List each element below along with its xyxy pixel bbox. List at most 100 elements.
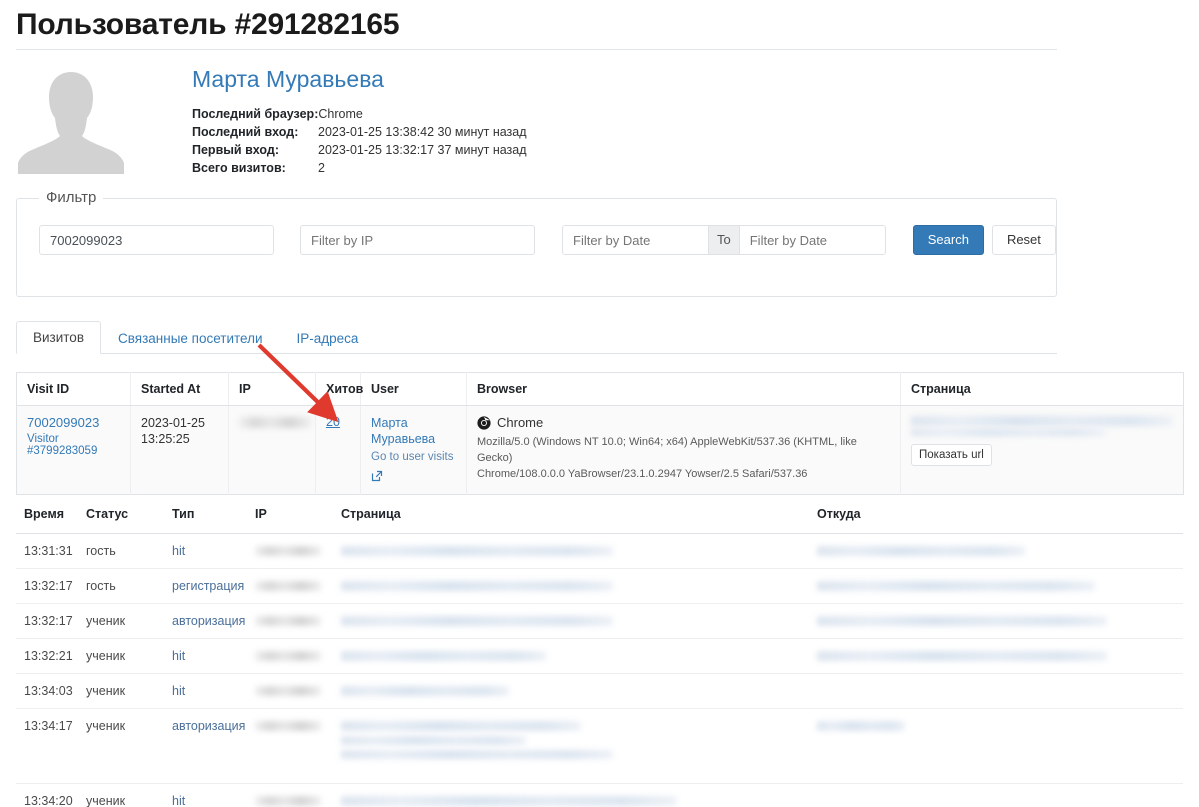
cell-status: ученик <box>78 638 164 674</box>
cell-hit-ip <box>247 783 333 807</box>
cell-referrer <box>809 708 1183 784</box>
visitor-id-link[interactable]: Visitor #3799283059 <box>27 433 97 457</box>
meta-value: 2 <box>318 161 325 175</box>
page-url-redacted <box>341 686 509 696</box>
tab-bar: Визитов Связанные посетители IP-адреса <box>16 321 1057 354</box>
meta-value: Chrome <box>318 107 363 121</box>
filter-legend: Фильтр <box>39 189 104 206</box>
started-at-time: 13:25:25 <box>141 432 190 446</box>
go-to-user-visits-link[interactable]: Go to user visits <box>371 449 458 465</box>
page-url-redacted <box>341 721 581 731</box>
ip-redacted <box>255 546 321 556</box>
page-url-redacted <box>341 616 613 626</box>
visits-table-header-row: Visit ID Started At IP Хитов User Browse… <box>16 372 1184 406</box>
table-row: 13:34:03 ученик hit <box>16 673 1183 709</box>
cell-time: 13:31:31 <box>16 533 78 569</box>
cell-referrer <box>809 533 1183 569</box>
hits-table-header-row: Время Статус Тип IP Страница Откуда <box>16 495 1183 534</box>
referrer-redacted <box>817 581 1095 591</box>
search-button[interactable]: Search <box>912 225 984 255</box>
col-browser: Browser <box>466 372 901 406</box>
tab-related-visitors[interactable]: Связанные посетители <box>101 322 280 354</box>
cell-type: hit <box>164 783 247 807</box>
profile-name[interactable]: Марта Муравьева <box>192 66 384 93</box>
filter-date-to-input[interactable] <box>738 225 886 255</box>
col-status: Статус <box>78 495 164 534</box>
tab-ip-addresses[interactable]: IP-адреса <box>280 322 376 354</box>
visit-id-link[interactable]: 7002099023 <box>27 415 99 430</box>
ip-redacted <box>239 417 311 428</box>
cell-hit-page <box>333 708 809 784</box>
external-link-icon[interactable] <box>371 470 383 485</box>
cell-hit-page <box>333 638 809 674</box>
page-url-redacted <box>341 796 677 806</box>
meta-label: Последний вход: <box>192 125 299 139</box>
cell-type: hit <box>164 638 247 674</box>
cell-hit-page <box>333 568 809 604</box>
cell-time: 13:34:03 <box>16 673 78 709</box>
browser-name-label: Chrome <box>497 415 544 430</box>
table-row: 13:34:20 ученик hit <box>16 783 1183 807</box>
cell-type: регистрация <box>164 568 247 604</box>
page-url-redacted-line3 <box>341 750 613 759</box>
page-url-redacted <box>341 651 546 661</box>
user-name-link-line1[interactable]: Марта <box>371 415 458 431</box>
col-user: User <box>360 372 467 406</box>
cell-hit-ip <box>247 673 333 709</box>
cell-time: 13:32:17 <box>16 568 78 604</box>
cell-referrer <box>809 568 1183 604</box>
started-at-date: 2023-01-25 <box>141 416 205 430</box>
col-time: Время <box>16 495 78 534</box>
cell-status: гость <box>78 533 164 569</box>
cell-hit-ip <box>247 533 333 569</box>
table-row: 13:32:21 ученик hit <box>16 638 1183 674</box>
filter-id-input[interactable] <box>39 225 274 255</box>
col-hit-page: Страница <box>333 495 809 534</box>
referrer-redacted <box>817 651 1107 661</box>
cell-type: hit <box>164 673 247 709</box>
user-name-link-line2[interactable]: Муравьева <box>371 431 458 447</box>
meta-row-first-login: Первый вход: 2023-01-25 13:32:17 37 мину… <box>192 141 527 159</box>
filter-ip-input[interactable] <box>300 225 535 255</box>
date-range-separator: To <box>709 225 739 255</box>
table-row: 13:32:17 гость регистрация <box>16 568 1183 604</box>
table-row: 7002099023 Visitor #3799283059 2023-01-2… <box>16 405 1184 495</box>
cell-status: ученик <box>78 673 164 709</box>
page-url-redacted-line2 <box>341 736 526 745</box>
col-ip: IP <box>228 372 316 406</box>
meta-value: 2023-01-25 13:32:17 37 минут назад <box>318 143 527 157</box>
profile-meta: Последний браузер: Chrome Последний вход… <box>192 105 527 177</box>
filter-date-from-input[interactable] <box>562 225 709 255</box>
page-url-redacted <box>341 581 613 591</box>
col-started-at: Started At <box>130 372 229 406</box>
col-hits: Хитов <box>315 372 363 406</box>
cell-referrer <box>809 783 1183 807</box>
tab-visits[interactable]: Визитов <box>16 321 101 354</box>
cell-time: 13:34:17 <box>16 708 78 784</box>
col-hit-ip: IP <box>247 495 333 534</box>
cell-type: авторизация <box>164 708 247 784</box>
reset-button[interactable]: Reset <box>991 225 1056 255</box>
cell-status: ученик <box>78 603 164 639</box>
ip-redacted <box>255 721 321 731</box>
show-url-button[interactable]: Показать url <box>911 444 992 466</box>
cell-hit-page <box>333 783 809 807</box>
referrer-redacted <box>817 616 1107 626</box>
hits-count-link[interactable]: 20 <box>326 415 340 429</box>
cell-user: Марта Муравьева Go to user visits <box>360 405 467 495</box>
cell-started-at: 2023-01-25 13:25:25 <box>130 405 229 495</box>
cell-hit-ip <box>247 638 333 674</box>
meta-label: Первый вход: <box>192 143 279 157</box>
meta-row-last-login: Последний вход: 2023-01-25 13:38:42 30 м… <box>192 123 527 141</box>
filter-controls: To Search Reset <box>39 225 1056 255</box>
title-divider <box>16 49 1057 50</box>
table-row: 13:32:17 ученик авторизация <box>16 603 1183 639</box>
ip-redacted <box>255 616 321 626</box>
table-row: 13:34:17 ученик авторизация <box>16 708 1183 784</box>
page-url-redacted <box>341 546 613 556</box>
page-url-redacted-line2 <box>911 429 1106 436</box>
ip-redacted <box>255 581 321 591</box>
cell-status: гость <box>78 568 164 604</box>
ip-redacted <box>255 651 321 661</box>
cell-status: ученик <box>78 708 164 784</box>
